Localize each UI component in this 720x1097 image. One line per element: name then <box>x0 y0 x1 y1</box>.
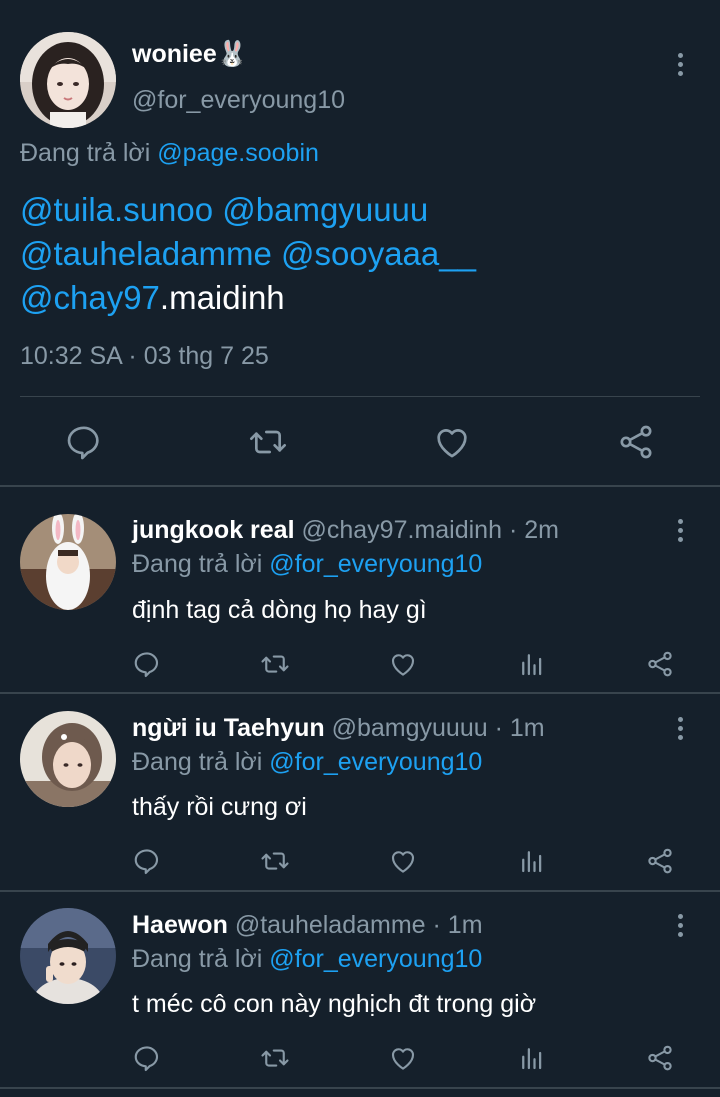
reply-age: · 1m <box>432 911 483 939</box>
replying-prefix: Đang trả lời <box>132 945 263 973</box>
display-name[interactable]: Haewon <box>132 911 228 939</box>
more-vertical-icon[interactable] <box>664 512 696 548</box>
timestamp[interactable]: 10:32 SA · 03 thg 7 25 <box>20 342 269 371</box>
mention-link[interactable]: @sooyaaa__ <box>281 235 476 272</box>
reply-text: định tag cả dòng họ hay gì <box>132 596 427 624</box>
reply-icon[interactable] <box>132 846 162 876</box>
reply-tweet[interactable]: Haewon @tauheladamme · 1m Đang trả lời @… <box>0 892 720 1089</box>
replying-prefix: Đang trả lời <box>20 139 151 167</box>
mention-link[interactable]: @chay97 <box>20 279 160 316</box>
heart-icon[interactable] <box>388 649 418 679</box>
replying-to-link[interactable]: @for_everyoung10 <box>269 550 482 578</box>
heart-icon[interactable] <box>388 846 418 876</box>
reply-age: · 2m <box>508 516 559 544</box>
reply-header: Haewon @tauheladamme · 1m <box>132 911 483 940</box>
replying-to-line: Đang trả lời @for_everyoung10 <box>132 945 482 974</box>
more-vertical-icon[interactable] <box>664 46 696 82</box>
main-tweet: woniee🐰 @for_everyoung10 Đang trả lời @p… <box>0 0 720 487</box>
avatar[interactable] <box>20 908 116 1004</box>
reply-header: jungkook real @chay97.maidinh · 2m <box>132 516 559 545</box>
replying-to-link[interactable]: @page.soobin <box>157 139 319 167</box>
reply-icon[interactable] <box>132 1043 162 1073</box>
share-icon[interactable] <box>645 1043 675 1073</box>
handle[interactable]: @for_everyoung10 <box>132 86 345 115</box>
avatar[interactable] <box>20 32 116 128</box>
replying-to-line: Đang trả lời @page.soobin <box>20 139 319 168</box>
tweet-text: .maidinh <box>159 279 285 316</box>
heart-icon[interactable] <box>388 1043 418 1073</box>
more-vertical-icon[interactable] <box>664 907 696 943</box>
display-name[interactable]: woniee🐰 <box>132 40 248 69</box>
tweet-thread: woniee🐰 @for_everyoung10 Đang trả lời @p… <box>0 0 720 1097</box>
reply-icon[interactable] <box>64 422 104 462</box>
mention-link[interactable]: @tauheladamme <box>20 235 272 272</box>
rabbit-emoji: 🐰 <box>216 40 248 68</box>
mention-link[interactable]: @bamgyuuuu <box>222 191 428 228</box>
share-icon[interactable] <box>645 846 675 876</box>
handle[interactable]: @chay97.maidinh <box>302 516 503 544</box>
mention-link[interactable]: @tuila.sunoo <box>20 191 213 228</box>
retweet-icon[interactable] <box>248 422 288 462</box>
replying-to-line: Đang trả lời @for_everyoung10 <box>132 550 482 579</box>
display-name[interactable]: ngừi iu Taehyun <box>132 714 325 742</box>
divider <box>20 396 700 397</box>
analytics-icon[interactable] <box>517 846 547 876</box>
avatar[interactable] <box>20 711 116 807</box>
retweet-icon[interactable] <box>260 846 290 876</box>
reply-age: · 1m <box>494 714 545 742</box>
reply-tweet[interactable]: jungkook real @chay97.maidinh · 2m Đang … <box>0 489 720 694</box>
display-name[interactable]: jungkook real <box>132 516 295 544</box>
replying-to-link[interactable]: @for_everyoung10 <box>269 945 482 973</box>
reply-header: ngừi iu Taehyun @bamgyuuuu · 1m <box>132 714 545 743</box>
handle[interactable]: @tauheladamme <box>235 911 426 939</box>
reply-text: thấy rồi cưng ơi <box>132 793 307 821</box>
replying-to-link[interactable]: @for_everyoung10 <box>269 748 482 776</box>
replying-to-line: Đang trả lời @for_everyoung10 <box>132 748 482 777</box>
share-icon[interactable] <box>645 649 675 679</box>
retweet-icon[interactable] <box>260 649 290 679</box>
tweet-body: @tuila.sunoo @bamgyuuuu @tauheladamme @s… <box>20 188 700 320</box>
replying-prefix: Đang trả lời <box>132 748 263 776</box>
more-vertical-icon[interactable] <box>664 710 696 746</box>
analytics-icon[interactable] <box>517 649 547 679</box>
reply-text: t méc cô con này nghịch đt trong giờ <box>132 990 537 1018</box>
analytics-icon[interactable] <box>517 1043 547 1073</box>
avatar[interactable] <box>20 514 116 610</box>
retweet-icon[interactable] <box>260 1043 290 1073</box>
handle[interactable]: @bamgyuuuu <box>332 714 488 742</box>
heart-icon[interactable] <box>432 422 472 462</box>
share-icon[interactable] <box>616 422 656 462</box>
reply-icon[interactable] <box>132 649 162 679</box>
replying-prefix: Đang trả lời <box>132 550 263 578</box>
reply-tweet[interactable]: ngừi iu Taehyun @bamgyuuuu · 1m Đang trả… <box>0 694 720 892</box>
